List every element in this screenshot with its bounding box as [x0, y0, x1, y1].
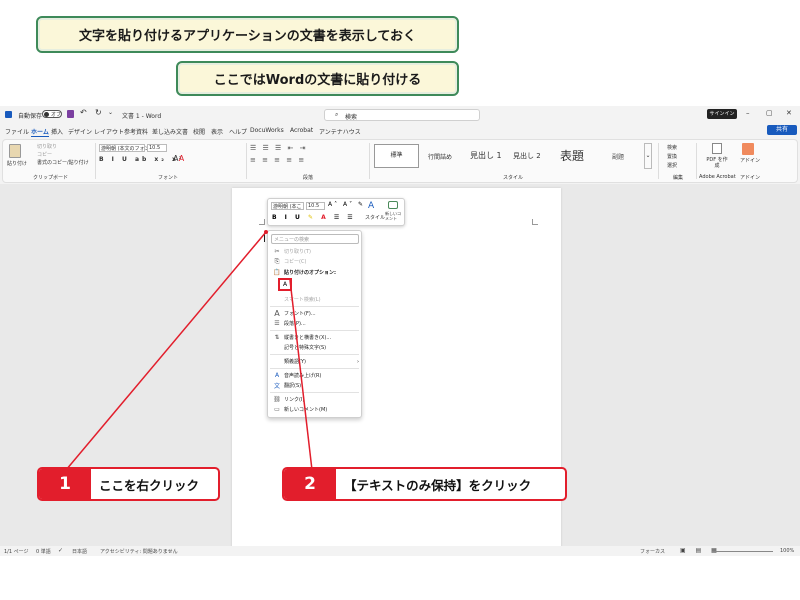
pointer-line-1	[65, 231, 267, 471]
pointer-lines	[65, 230, 313, 471]
step-1: 1 ここを右クリック	[37, 467, 220, 501]
click-point-1	[264, 230, 268, 234]
step-1-number: 1	[39, 469, 91, 499]
step-2-text: 【テキストのみ保持】をクリック	[344, 477, 532, 493]
step-2-number: 2	[284, 469, 336, 499]
step-2: 2 【テキストのみ保持】をクリック	[282, 467, 567, 501]
step-1-text: ここを右クリック	[99, 477, 200, 493]
pointer-line-2	[289, 279, 313, 471]
